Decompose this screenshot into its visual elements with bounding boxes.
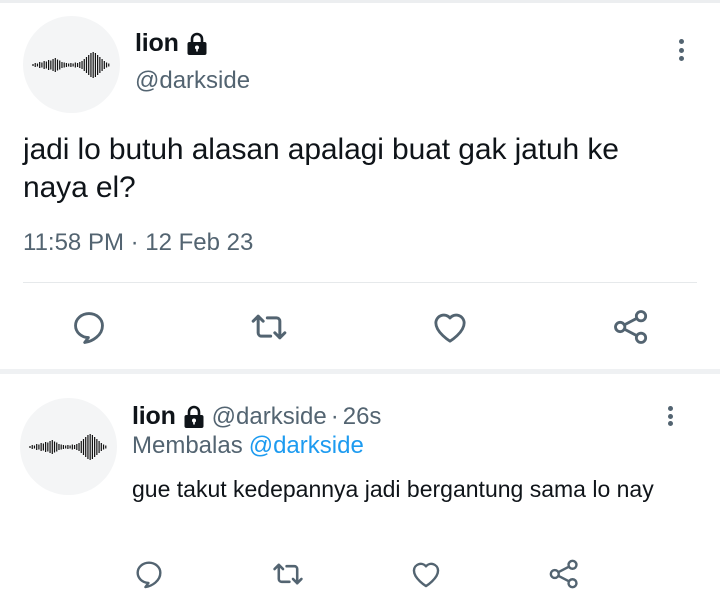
- main-tweet: lion @darkside jadi lo butuh alasan apal…: [0, 3, 720, 369]
- reply-button[interactable]: [129, 554, 169, 594]
- like-button[interactable]: [406, 554, 446, 594]
- retweet-button[interactable]: [245, 303, 293, 351]
- share-icon: [549, 559, 578, 589]
- author-handle[interactable]: @darkside: [135, 67, 250, 95]
- reply-icon: [74, 312, 104, 344]
- author-name-row: lion: [135, 29, 209, 58]
- reply-button[interactable]: [65, 303, 113, 351]
- retweet-button[interactable]: [268, 554, 308, 594]
- soundwave-logo-icon: [28, 433, 106, 460]
- more-options-icon[interactable]: [677, 39, 685, 61]
- more-options-icon[interactable]: [666, 406, 674, 426]
- reply-icon: [136, 561, 162, 589]
- separator-dot: ·: [330, 402, 339, 430]
- replying-to-label: Membalas: [132, 432, 243, 459]
- share-button[interactable]: [544, 554, 584, 594]
- avatar[interactable]: [23, 16, 120, 113]
- like-icon: [412, 562, 440, 588]
- display-name[interactable]: lion: [135, 29, 179, 58]
- divider: [23, 282, 697, 283]
- avatar[interactable]: [20, 398, 117, 495]
- tweet-text: jadi lo butuh alasan apalagi buat gak ja…: [23, 133, 619, 204]
- retweet-icon: [251, 314, 287, 340]
- replying-to: Membalas @darkside: [132, 432, 364, 460]
- author-handle[interactable]: @darkside: [212, 403, 327, 431]
- soundwave-logo-icon: [31, 51, 109, 78]
- relative-time[interactable]: 26s: [343, 403, 382, 431]
- reply-text: gue takut kedepannya jadi bergantung sam…: [132, 476, 654, 502]
- like-button[interactable]: [426, 303, 474, 351]
- reply-tweet[interactable]: lion @darkside · 26s Membalas @darkside g…: [0, 374, 720, 605]
- share-icon: [614, 310, 648, 344]
- retweet-icon: [273, 563, 303, 585]
- display-name[interactable]: lion: [132, 402, 176, 431]
- mention-link[interactable]: @darkside: [249, 432, 364, 459]
- tweet-timestamp[interactable]: 11:58 PM · 12 Feb 23: [23, 229, 253, 257]
- lock-icon: [185, 32, 209, 56]
- reply-action-bar: [0, 554, 720, 594]
- reply-header: lion @darkside · 26s: [132, 402, 381, 431]
- tweet-action-bar: [0, 303, 720, 351]
- share-button[interactable]: [607, 303, 655, 351]
- like-icon: [434, 313, 466, 343]
- lock-icon: [182, 405, 206, 429]
